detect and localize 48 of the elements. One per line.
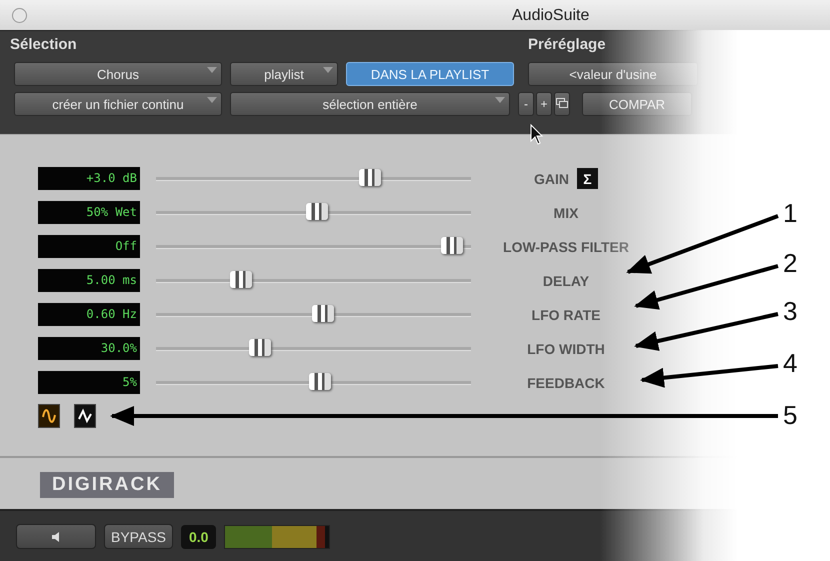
- slider-thumb[interactable]: [359, 168, 382, 186]
- window-title: AudioSuite: [512, 7, 590, 25]
- callout-number: 4: [783, 350, 798, 376]
- slider-thumb[interactable]: [441, 236, 464, 254]
- slider-thumb[interactable]: [308, 372, 331, 390]
- parameter-label: MIX: [554, 204, 578, 220]
- speaker-icon: [51, 530, 61, 542]
- copy-button[interactable]: [554, 92, 570, 116]
- minus-button[interactable]: -: [518, 92, 534, 116]
- bypass-button[interactable]: BYPASS: [104, 524, 173, 549]
- plus-button[interactable]: +: [536, 92, 552, 116]
- section-title: Sélection: [10, 36, 78, 53]
- dropdown-button[interactable]: playlist: [230, 62, 338, 86]
- triangle-wave-button[interactable]: [74, 404, 96, 428]
- slider-thumb[interactable]: [306, 202, 328, 220]
- value-readout[interactable]: 5.00 ms: [38, 269, 140, 292]
- dropdown-button[interactable]: Chorus: [14, 62, 222, 86]
- output-readout: 0.0: [181, 524, 216, 548]
- section-title: Préréglage: [528, 36, 606, 53]
- value-readout[interactable]: 30.0%: [38, 337, 140, 360]
- dropdown-button[interactable]: sélection entière: [230, 92, 510, 116]
- value-readout[interactable]: +3.0 dB: [38, 167, 140, 190]
- slider-thumb[interactable]: [230, 270, 252, 288]
- parameter-label: DELAY: [542, 272, 590, 288]
- callout-number: 1: [783, 200, 798, 226]
- dropdown-button[interactable]: créer un fichier continu: [14, 92, 222, 116]
- mouse-pointer-icon: [530, 124, 544, 146]
- value-readout[interactable]: 5%: [38, 371, 140, 394]
- value-readout[interactable]: 0.60 Hz: [38, 303, 140, 326]
- callout-number: 5: [783, 402, 798, 428]
- brand-logo: DIGIRACK: [40, 472, 174, 498]
- preset-dropdown[interactable]: <valeur d'usine: [528, 62, 698, 86]
- value-readout[interactable]: Off: [38, 235, 140, 258]
- toggle-button[interactable]: DANS LA PLAYLIST: [346, 62, 514, 86]
- parameter-label: LOW-PASS FILTER: [503, 238, 629, 254]
- preview-button[interactable]: [16, 524, 96, 549]
- value-readout[interactable]: 50% Wet: [38, 201, 140, 224]
- parameter-label: GAIN: [534, 170, 569, 186]
- callout-number: 3: [783, 298, 798, 324]
- parameter-label: LFO WIDTH: [527, 340, 605, 356]
- callout-number: 2: [783, 250, 798, 276]
- sum-button[interactable]: Σ: [577, 168, 598, 189]
- parameter-label: FEEDBACK: [527, 374, 605, 390]
- parameter-label: LFO RATE: [532, 306, 600, 322]
- slider-thumb[interactable]: [248, 338, 271, 356]
- slider-thumb[interactable]: [312, 304, 334, 322]
- sine-wave-button[interactable]: [38, 404, 60, 428]
- copy-icon: [556, 98, 568, 108]
